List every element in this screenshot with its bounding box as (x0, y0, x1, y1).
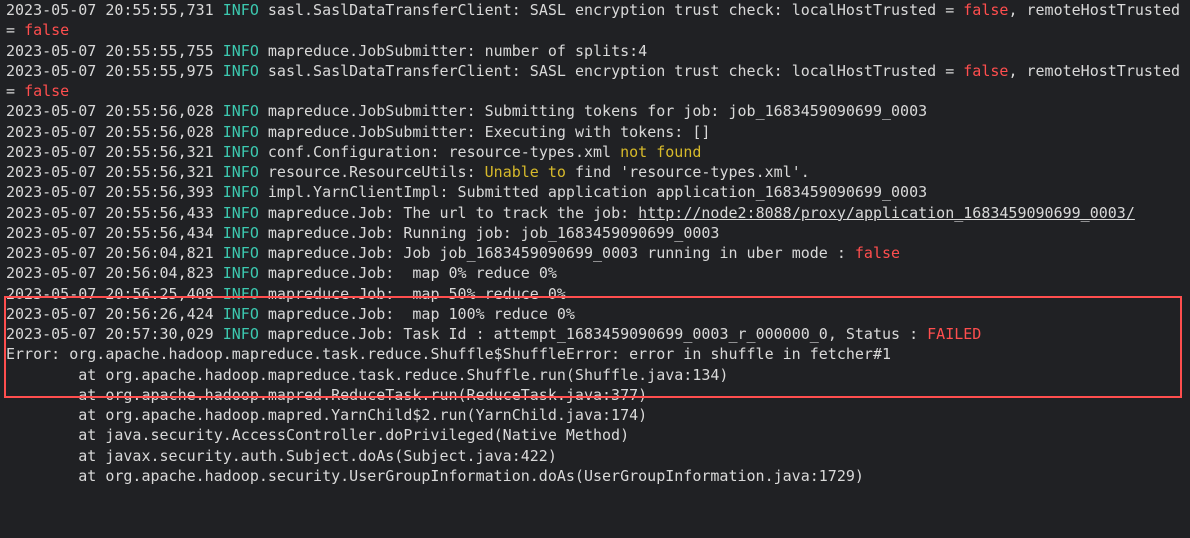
log-text: resource.ResourceUtils: (259, 163, 485, 181)
log-line: 2023-05-07 20:55:56,434 INFO mapreduce.J… (6, 223, 1184, 243)
log-text: mapreduce.Job: Job job_1683459090699_000… (259, 244, 855, 262)
stack-text: at org.apache.hadoop.mapred.YarnChild$2.… (6, 405, 647, 425)
log-level: INFO (223, 224, 259, 242)
timestamp: 2023-05-07 20:55:56,393 (6, 183, 223, 201)
timestamp: 2023-05-07 20:55:55,755 (6, 42, 223, 60)
log-level: INFO (223, 163, 259, 181)
keyword-red: false (24, 21, 69, 39)
log-level: INFO (223, 143, 259, 161)
log-level: INFO (223, 62, 259, 80)
timestamp: 2023-05-07 20:55:56,028 (6, 102, 223, 120)
timestamp: 2023-05-07 20:55:56,321 (6, 143, 223, 161)
terminal-output[interactable]: 2023-05-07 20:55:55,731 INFO sasl.SaslDa… (0, 0, 1190, 486)
log-level: INFO (223, 305, 259, 323)
log-line: 2023-05-07 20:56:26,424 INFO mapreduce.J… (6, 304, 1184, 324)
log-text: mapreduce.Job: map 50% reduce 0% (259, 285, 566, 303)
log-line: 2023-05-07 20:55:56,393 INFO impl.YarnCl… (6, 182, 1184, 202)
log-level: INFO (223, 244, 259, 262)
timestamp: 2023-05-07 20:56:26,424 (6, 305, 223, 323)
timestamp: 2023-05-07 20:56:04,821 (6, 244, 223, 262)
log-text: mapreduce.Job: The url to track the job: (259, 204, 638, 222)
error-text: Error: org.apache.hadoop.mapreduce.task.… (6, 345, 891, 363)
stack-line: at java.security.AccessController.doPriv… (6, 425, 1184, 445)
log-line: 2023-05-07 20:56:04,821 INFO mapreduce.J… (6, 243, 1184, 263)
log-line: 2023-05-07 20:55:55,731 INFO sasl.SaslDa… (6, 0, 1184, 41)
timestamp: 2023-05-07 20:56:25,408 (6, 285, 223, 303)
url-text: http://node2:8088/proxy/application_1683… (638, 204, 1135, 222)
timestamp: 2023-05-07 20:57:30,029 (6, 325, 223, 343)
stack-line: at org.apache.hadoop.mapred.YarnChild$2.… (6, 405, 1184, 425)
keyword-red: false (963, 62, 1008, 80)
timestamp: 2023-05-07 20:55:56,434 (6, 224, 223, 242)
stack-text: at org.apache.hadoop.mapreduce.task.redu… (6, 365, 728, 385)
log-level: INFO (223, 285, 259, 303)
keyword-red: false (963, 1, 1008, 19)
stack-line: at org.apache.hadoop.mapred.ReduceTask.r… (6, 385, 1184, 405)
keyword-red: false (24, 82, 69, 100)
stack-text: at org.apache.hadoop.mapred.ReduceTask.r… (6, 385, 647, 405)
keyword-yellow: not found (620, 143, 701, 161)
log-line: 2023-05-07 20:55:56,028 INFO mapreduce.J… (6, 101, 1184, 121)
log-text: mapreduce.JobSubmitter: Submitting token… (259, 102, 927, 120)
log-level: INFO (223, 325, 259, 343)
log-line: 2023-05-07 20:57:30,029 INFO mapreduce.J… (6, 324, 1184, 344)
timestamp: 2023-05-07 20:55:55,731 (6, 1, 223, 19)
log-text: mapreduce.Job: map 0% reduce 0% (259, 264, 557, 282)
stack-text: at org.apache.hadoop.security.UserGroupI… (6, 466, 864, 486)
log-level: INFO (223, 102, 259, 120)
log-text: mapreduce.Job: map 100% reduce 0% (259, 305, 575, 323)
log-text: mapreduce.JobSubmitter: number of splits… (259, 42, 647, 60)
log-text: sasl.SaslDataTransferClient: SASL encryp… (259, 62, 963, 80)
log-line: 2023-05-07 20:55:56,433 INFO mapreduce.J… (6, 203, 1184, 223)
log-level: INFO (223, 183, 259, 201)
stack-line: at org.apache.hadoop.mapreduce.task.redu… (6, 365, 1184, 385)
log-level: INFO (223, 204, 259, 222)
keyword-red: FAILED (927, 325, 981, 343)
log-line: 2023-05-07 20:56:25,408 INFO mapreduce.J… (6, 284, 1184, 304)
log-line: 2023-05-07 20:56:04,823 INFO mapreduce.J… (6, 263, 1184, 283)
log-text: mapreduce.Job: Task Id : attempt_1683459… (259, 325, 927, 343)
timestamp: 2023-05-07 20:55:55,975 (6, 62, 223, 80)
keyword-yellow: Unable to (485, 163, 566, 181)
timestamp: 2023-05-07 20:55:56,028 (6, 123, 223, 141)
log-text: sasl.SaslDataTransferClient: SASL encryp… (259, 1, 963, 19)
log-level: INFO (223, 42, 259, 60)
log-level: INFO (223, 1, 259, 19)
timestamp: 2023-05-07 20:55:56,321 (6, 163, 223, 181)
log-text: impl.YarnClientImpl: Submitted applicati… (259, 183, 927, 201)
log-line: 2023-05-07 20:55:56,028 INFO mapreduce.J… (6, 122, 1184, 142)
log-line: 2023-05-07 20:55:55,755 INFO mapreduce.J… (6, 41, 1184, 61)
log-level: INFO (223, 264, 259, 282)
log-line: 2023-05-07 20:55:55,975 INFO sasl.SaslDa… (6, 61, 1184, 102)
log-text: mapreduce.Job: Running job: job_16834590… (259, 224, 720, 242)
timestamp: 2023-05-07 20:55:56,433 (6, 204, 223, 222)
log-text: conf.Configuration: resource-types.xml (259, 143, 620, 161)
timestamp: 2023-05-07 20:56:04,823 (6, 264, 223, 282)
log-line: 2023-05-07 20:55:56,321 INFO conf.Config… (6, 142, 1184, 162)
stack-text: at java.security.AccessController.doPriv… (6, 425, 629, 445)
keyword-red: false (855, 244, 900, 262)
log-level: INFO (223, 123, 259, 141)
stack-line: at org.apache.hadoop.security.UserGroupI… (6, 466, 1184, 486)
log-text: find 'resource-types.xml'. (566, 163, 810, 181)
stack-line: at javax.security.auth.Subject.doAs(Subj… (6, 446, 1184, 466)
log-text: mapreduce.JobSubmitter: Executing with t… (259, 123, 711, 141)
stack-text: at javax.security.auth.Subject.doAs(Subj… (6, 446, 557, 466)
log-line: 2023-05-07 20:55:56,321 INFO resource.Re… (6, 162, 1184, 182)
error-line: Error: org.apache.hadoop.mapreduce.task.… (6, 344, 1184, 364)
